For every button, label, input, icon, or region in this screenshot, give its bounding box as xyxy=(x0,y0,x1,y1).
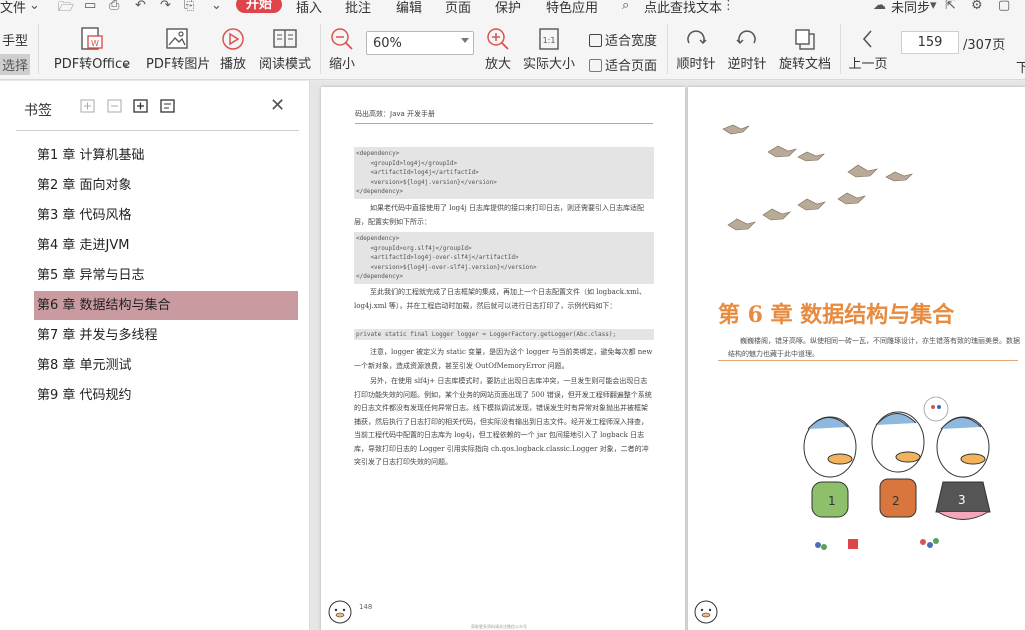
bookmark-item[interactable]: 第9 章 代码规约 xyxy=(34,381,298,410)
paragraph: 至此我们的工程就完成了日志框架的集成，再加上一个日志配置文件（如 logback… xyxy=(354,288,647,310)
bookmark-item[interactable]: 第8 章 单元测试 xyxy=(34,351,298,380)
close-icon[interactable]: ✕ xyxy=(270,95,285,116)
actual-size-button[interactable]: 1:1 实际大小 xyxy=(522,27,576,72)
bookmark-panel: 书签 ✕ 第1 章 计算机基础 第2 章 面向对象 第3 章 代码风格 第4 章… xyxy=(0,81,310,630)
toolbar: 手型 选择 W PDF转Office ▾ PDF转图片 播放 阅读模式 缩小 6… xyxy=(0,14,1025,80)
svg-text:W: W xyxy=(91,39,99,48)
document-page-left: 码出高效：Java 开发手册 <dependency> <groupId>log… xyxy=(321,87,685,630)
bookmark-item-selected[interactable]: 第6 章 数据结构与集合 xyxy=(34,291,298,320)
chevron-down-icon[interactable]: ▾ xyxy=(930,0,937,13)
zoom-select[interactable]: 60% xyxy=(366,31,474,55)
zoom-out-icon xyxy=(331,28,353,50)
svg-text:2: 2 xyxy=(892,494,900,508)
add-bookmark-icon[interactable] xyxy=(133,99,148,113)
zoom-value: 60% xyxy=(373,36,402,51)
select-tool-button[interactable]: 选择 xyxy=(0,54,31,75)
menu-bar: 文件 ⌄ 🗁 ▭ ⎙ ↶ ↷ ⎘ ⌄ 开始 插入 批注 编辑 页面 保护 特色应… xyxy=(0,0,1025,16)
page-number: 148 xyxy=(359,603,373,611)
next-page-button[interactable]: 下 xyxy=(1016,57,1025,76)
play-button[interactable]: 播放 xyxy=(216,27,250,72)
panel-title: 书签 xyxy=(24,103,52,119)
chevron-down-icon xyxy=(461,38,469,43)
divider xyxy=(16,130,299,131)
header-rule xyxy=(355,123,653,124)
zoom-out-button[interactable]: 缩小 xyxy=(328,27,356,72)
mascot-logo-icon xyxy=(328,600,352,624)
svg-text:3: 3 xyxy=(958,493,966,507)
rotate-cw-button[interactable]: 顺时针 xyxy=(676,27,716,72)
rotate-doc-button[interactable]: 旋转文档 xyxy=(778,27,832,72)
running-header: 码出高效：Java 开发手册 xyxy=(355,110,436,118)
bookmark-item[interactable]: 第5 章 异常与日志 xyxy=(34,261,298,290)
print-icon[interactable]: ⎙ xyxy=(109,0,119,13)
document-view[interactable]: 码出高效：Java 开发手册 <dependency> <groupId>log… xyxy=(310,81,1025,630)
chapter-epigraph: 巍巍楼阁，错牙高啄。纵使相同一砖一瓦，不同雕琢设计，亦生错落有致的瑰丽美景。数据… xyxy=(728,337,1020,358)
share-icon[interactable]: ⇱ xyxy=(945,0,956,13)
zoom-in-button[interactable]: 放大 xyxy=(484,27,512,72)
expand-all-icon[interactable] xyxy=(80,99,95,113)
bookmark-item[interactable]: 第1 章 计算机基础 xyxy=(34,141,298,170)
fit-page-icon xyxy=(589,59,602,72)
mascot-ducks-illustration: 1 2 3 xyxy=(803,396,991,550)
dropdown-arrow-icon[interactable]: ▾ xyxy=(124,62,128,71)
save-icon[interactable]: ▭ xyxy=(84,0,96,13)
chapter-rule xyxy=(718,360,1018,361)
geese-illustration xyxy=(722,124,913,231)
page-total: /307页 xyxy=(963,38,1006,53)
settings-icon[interactable]: ⚙ xyxy=(971,0,983,13)
bookmark-item[interactable]: 第7 章 并发与多线程 xyxy=(34,321,298,350)
divider xyxy=(667,24,668,74)
code-block: <dependency> <groupId>log4j</groupId> <a… xyxy=(354,147,654,199)
divider xyxy=(840,24,841,74)
redo-icon[interactable]: ↷ xyxy=(160,0,171,13)
cloud-sync-icon[interactable]: ☁ xyxy=(873,0,886,13)
comment-icon[interactable]: ▢ xyxy=(998,0,1010,13)
fit-page-button[interactable]: 适合页面 xyxy=(589,55,657,74)
more-chevron-icon[interactable]: ⌄ xyxy=(211,0,222,13)
bookmark-item[interactable]: 第4 章 走进JVM xyxy=(34,231,298,260)
mascot-logo-icon xyxy=(694,600,718,624)
page-footer: 获取更多资料请关注微信公众号 xyxy=(471,624,527,629)
more-dots-icon[interactable]: ⋮ xyxy=(722,0,735,13)
pdf-to-office-button[interactable]: W PDF转Office xyxy=(52,27,132,72)
pdf-to-office-icon: W xyxy=(81,27,103,50)
rotate-ccw-button[interactable]: 逆时针 xyxy=(727,27,767,72)
document-page-right: 第 6 章 数据结构与集合 巍巍楼阁，错牙高啄。纵使相同一砖一瓦，不同雕琢设计，… xyxy=(688,87,1025,630)
svg-text:1: 1 xyxy=(828,494,836,508)
rotate-document-icon xyxy=(795,29,815,50)
undo-icon[interactable]: ↶ xyxy=(135,0,146,13)
pdf-to-image-button[interactable]: PDF转图片 xyxy=(146,27,210,72)
format-painter-icon[interactable]: ⎘ xyxy=(184,0,194,13)
divider xyxy=(320,24,321,74)
paragraph: 另外，在使用 slf4j+ 日志库模式时，要防止出现日志库冲突，一旦发生则可能会… xyxy=(354,377,652,466)
chevron-left-icon xyxy=(862,30,872,48)
page-number-input[interactable]: 159 xyxy=(901,31,959,54)
bookmark-note-icon[interactable] xyxy=(160,99,175,113)
rotate-clockwise-icon xyxy=(687,30,707,45)
rotate-counterclockwise-icon xyxy=(736,30,756,45)
svg-text:1:1: 1:1 xyxy=(543,36,556,45)
divider xyxy=(38,24,39,74)
book-icon xyxy=(273,29,297,48)
zoom-in-icon xyxy=(487,28,509,50)
fit-width-button[interactable]: 适合宽度 xyxy=(589,30,657,49)
code-block: <dependency> <groupId>org.slf4j</groupId… xyxy=(354,232,654,284)
actual-size-icon: 1:1 xyxy=(539,28,559,50)
bookmark-item[interactable]: 第2 章 面向对象 xyxy=(34,171,298,200)
paragraph: 如果老代码中直接使用了 log4j 日志库提供的接口来打印日志，则还需要引入日志… xyxy=(354,204,645,226)
prev-page-button[interactable]: 上一页 xyxy=(848,27,888,72)
chapter-title: 第 6 章 数据结构与集合 xyxy=(718,302,955,328)
search-icon[interactable]: ⌕ xyxy=(622,0,629,13)
paragraph: 注意，logger 被定义为 static 变量，是因为这个 logger 与当… xyxy=(354,348,653,370)
menu-start[interactable]: 开始 xyxy=(236,0,283,13)
collapse-all-icon[interactable] xyxy=(107,99,122,113)
play-icon xyxy=(222,28,244,50)
code-line: private static final Logger logger = Log… xyxy=(354,329,654,340)
bookmark-item[interactable]: 第3 章 代码风格 xyxy=(34,201,298,230)
fit-width-icon xyxy=(589,34,602,47)
hand-tool-button[interactable]: 手型 xyxy=(2,30,28,49)
read-mode-button[interactable]: 阅读模式 xyxy=(258,27,312,72)
chevron-down-icon[interactable]: ⌄ xyxy=(29,0,40,13)
image-icon xyxy=(166,28,188,49)
